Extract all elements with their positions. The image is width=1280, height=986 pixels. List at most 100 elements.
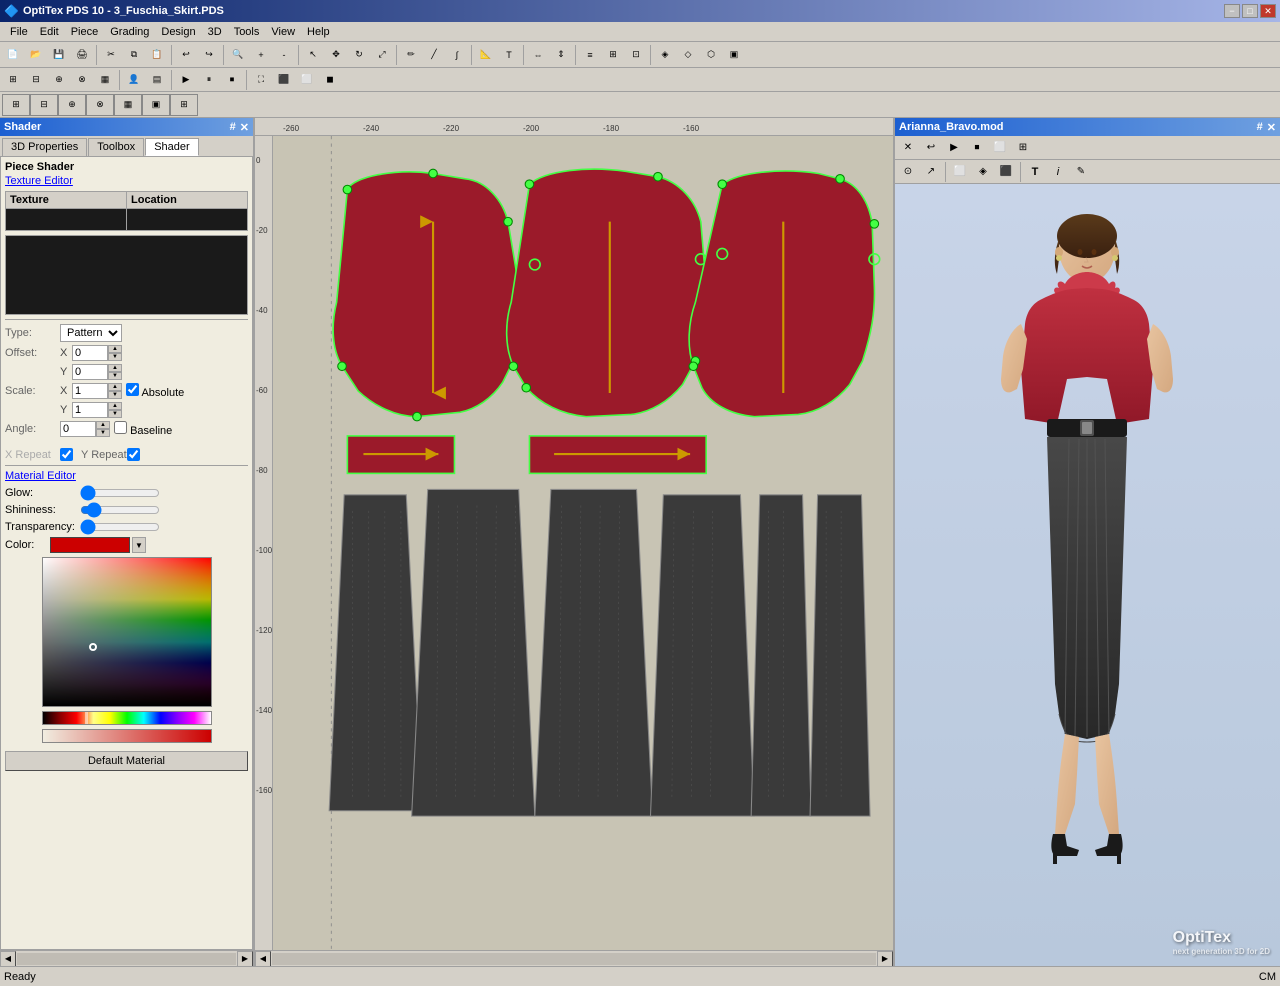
t1[interactable]: ⊞ bbox=[2, 69, 24, 91]
more4-button[interactable]: ▣ bbox=[723, 44, 745, 66]
x-repeat-checkbox[interactable] bbox=[60, 448, 73, 461]
model-cam1[interactable]: ⊙ bbox=[897, 161, 919, 183]
rotate-button[interactable]: ↻ bbox=[348, 44, 370, 66]
view4-button[interactable]: ⊗ bbox=[86, 94, 114, 116]
model-view1[interactable]: ⬜ bbox=[949, 161, 971, 183]
skirt-panel-5[interactable] bbox=[751, 495, 811, 816]
open-button[interactable]: 📂 bbox=[25, 44, 47, 66]
shininess-slider[interactable] bbox=[80, 503, 160, 517]
move-button[interactable]: ✥ bbox=[325, 44, 347, 66]
undo-button[interactable]: ↩ bbox=[175, 44, 197, 66]
tab-shader[interactable]: Shader bbox=[145, 138, 198, 156]
glow-slider[interactable] bbox=[80, 486, 160, 500]
scroll-h-left-button[interactable]: ◀ bbox=[255, 951, 271, 967]
angle-spinner[interactable]: ▲ ▼ bbox=[96, 421, 110, 437]
model-t6[interactable]: ⊞ bbox=[1012, 137, 1034, 159]
blouse-right-front[interactable] bbox=[689, 171, 880, 417]
titlebar-controls[interactable]: − □ ✕ bbox=[1224, 4, 1276, 18]
t3[interactable]: ⊕ bbox=[48, 69, 70, 91]
blouse-left-front[interactable] bbox=[333, 172, 520, 417]
model-text-btn[interactable]: T bbox=[1024, 161, 1046, 183]
hue-bar[interactable] bbox=[42, 711, 212, 725]
offset-y-up[interactable]: ▲ bbox=[108, 364, 122, 372]
flip-button[interactable]: ⇕ bbox=[550, 44, 572, 66]
skirt-panel-6[interactable] bbox=[810, 495, 870, 816]
default-material-button[interactable]: Default Material bbox=[5, 751, 248, 771]
cut-button[interactable]: ✂ bbox=[100, 44, 122, 66]
curve-button[interactable]: ∫ bbox=[446, 44, 468, 66]
offset-x-input[interactable] bbox=[72, 345, 108, 361]
zoom-button[interactable]: 🔍 bbox=[227, 44, 249, 66]
color-picker[interactable] bbox=[42, 557, 212, 707]
model-t1[interactable]: ✕ bbox=[897, 137, 919, 159]
sim3-button[interactable]: ⬜ bbox=[296, 69, 318, 91]
stop-button[interactable]: ⏹ bbox=[221, 69, 243, 91]
line-button[interactable]: ╱ bbox=[423, 44, 445, 66]
color-dropdown-button[interactable]: ▼ bbox=[132, 537, 146, 553]
maximize-button[interactable]: □ bbox=[1242, 4, 1258, 18]
person-button[interactable]: 👤 bbox=[123, 69, 145, 91]
close-button[interactable]: ✕ bbox=[1260, 4, 1276, 18]
y-repeat-checkbox[interactable] bbox=[127, 448, 140, 461]
tab-toolbox[interactable]: Toolbox bbox=[88, 138, 144, 156]
scale-x-up[interactable]: ▲ bbox=[108, 383, 122, 391]
menu-item-help[interactable]: Help bbox=[301, 24, 336, 40]
offset-x-spinner[interactable]: ▲ ▼ bbox=[108, 345, 122, 361]
menu-item-design[interactable]: Design bbox=[155, 24, 201, 40]
tab-3d-properties[interactable]: 3D Properties bbox=[2, 138, 87, 156]
view6-button[interactable]: ▣ bbox=[142, 94, 170, 116]
select-button[interactable]: ↖ bbox=[302, 44, 324, 66]
type-select[interactable]: Pattern None Image bbox=[60, 324, 122, 342]
belt-strip-left[interactable] bbox=[347, 436, 454, 473]
zoom-in-button[interactable]: + bbox=[250, 44, 272, 66]
distribute-button[interactable]: ⊞ bbox=[602, 44, 624, 66]
redo-button[interactable]: ↪ bbox=[198, 44, 220, 66]
text-button[interactable]: T bbox=[498, 44, 520, 66]
scroll-h-right-button[interactable]: ▶ bbox=[877, 951, 893, 967]
scroll-left-button[interactable]: ◀ bbox=[0, 951, 16, 967]
angle-up[interactable]: ▲ bbox=[96, 421, 110, 429]
view3-button[interactable]: ⊕ bbox=[58, 94, 86, 116]
belt-strip-right[interactable] bbox=[529, 436, 706, 473]
view5-button[interactable]: ▦ bbox=[114, 94, 142, 116]
model-t2[interactable]: ↩ bbox=[920, 137, 942, 159]
baseline-checkbox[interactable] bbox=[114, 421, 127, 434]
offset-y-down[interactable]: ▼ bbox=[108, 372, 122, 380]
scale-y-input[interactable] bbox=[72, 402, 108, 418]
print-button[interactable]: 🖨 bbox=[71, 44, 93, 66]
zoom-out-button[interactable]: - bbox=[273, 44, 295, 66]
menu-item-grading[interactable]: Grading bbox=[104, 24, 155, 40]
new-button[interactable]: 📄 bbox=[2, 44, 24, 66]
mirror-button[interactable]: ⇔ bbox=[527, 44, 549, 66]
play-button[interactable]: ▶ bbox=[175, 69, 197, 91]
model-extra[interactable]: ✎ bbox=[1070, 161, 1092, 183]
skirt-panel-4[interactable] bbox=[650, 495, 754, 816]
texture-editor-link[interactable]: Texture Editor bbox=[5, 175, 248, 187]
menu-item-view[interactable]: View bbox=[265, 24, 301, 40]
menu-item-edit[interactable]: Edit bbox=[34, 24, 65, 40]
grid-button[interactable]: ▤ bbox=[146, 69, 168, 91]
menu-item-piece[interactable]: Piece bbox=[65, 24, 105, 40]
t4[interactable]: ⊗ bbox=[71, 69, 93, 91]
blouse-center-back[interactable] bbox=[507, 169, 707, 417]
paste-button[interactable]: 📋 bbox=[146, 44, 168, 66]
scroll-right-button[interactable]: ▶ bbox=[237, 951, 253, 967]
skirt-panel-2[interactable] bbox=[412, 489, 535, 816]
scale-button[interactable]: ⤢ bbox=[371, 44, 393, 66]
scale-x-spinner[interactable]: ▲ ▼ bbox=[108, 383, 122, 399]
offset-x-down[interactable]: ▼ bbox=[108, 353, 122, 361]
view7-button[interactable]: ⊞ bbox=[170, 94, 198, 116]
view2-button[interactable]: ⊟ bbox=[30, 94, 58, 116]
more1-button[interactable]: ◈ bbox=[654, 44, 676, 66]
offset-y-input[interactable] bbox=[72, 364, 108, 380]
draw-button[interactable]: ✏ bbox=[400, 44, 422, 66]
model-view2[interactable]: ◈ bbox=[972, 161, 994, 183]
save-button[interactable]: 💾 bbox=[48, 44, 70, 66]
copy-button[interactable]: ⧉ bbox=[123, 44, 145, 66]
angle-input[interactable] bbox=[60, 421, 96, 437]
model-view3[interactable]: ⬛ bbox=[995, 161, 1017, 183]
alpha-bar[interactable] bbox=[42, 729, 212, 743]
pause-button[interactable]: ⏸ bbox=[198, 69, 220, 91]
t5[interactable]: ▦ bbox=[94, 69, 116, 91]
transparency-slider[interactable] bbox=[80, 520, 160, 534]
